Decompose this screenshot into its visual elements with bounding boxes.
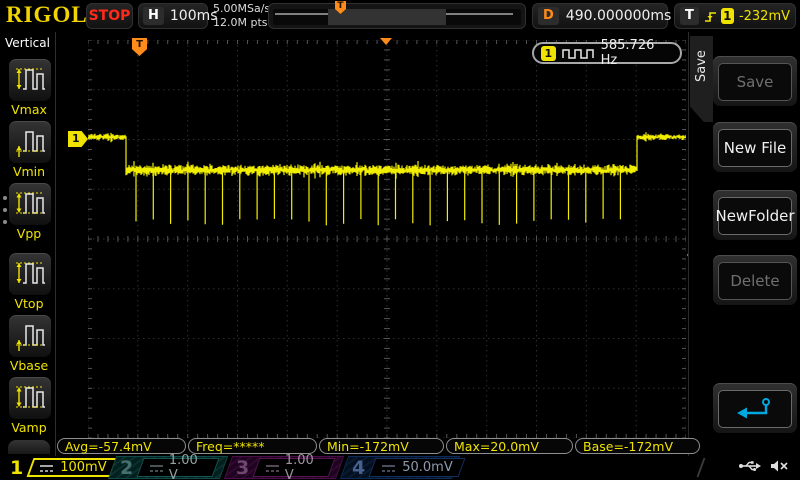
- softkey-slot: Save: [713, 56, 797, 106]
- sidebar-title: Vertical: [5, 36, 50, 50]
- rigol-logo: RIGOL: [6, 2, 88, 27]
- horizontal-offset-panel: D 490.000000ms: [532, 3, 671, 29]
- menu-tab: Save: [690, 36, 713, 122]
- channel-1-scale: 100mV: [60, 460, 107, 475]
- vmax-icon: [16, 68, 45, 90]
- measure-label-vmin: Vmin: [12, 164, 46, 179]
- offset-key: D: [538, 7, 559, 25]
- channel-1-status[interactable]: 1 100mV: [2, 456, 120, 479]
- channel-2-scale-box: 1.00 V: [136, 453, 220, 480]
- save-button[interactable]: Save: [718, 63, 792, 101]
- dc-coupling-icon: [40, 464, 54, 472]
- dc-coupling-icon: [382, 464, 396, 472]
- dc-coupling-icon: [266, 464, 279, 472]
- timebase-key: H: [143, 7, 164, 25]
- sidebar-next-button-partial[interactable]: [8, 440, 50, 454]
- measure-button-vpp[interactable]: [8, 182, 52, 226]
- measurement-sidebar: Vertical Vmax Vmin Vpp Vtop Vbase Vamp: [0, 32, 56, 480]
- waveform-preview-bar[interactable]: T: [268, 1, 526, 29]
- channel-2-status[interactable]: 2 1.00 V: [107, 453, 229, 480]
- softkey-slot: [713, 383, 797, 433]
- channel-4-number: 4: [352, 456, 366, 479]
- run-state-label: STOP: [88, 8, 131, 24]
- channel-4-status[interactable]: 4 50.0mV: [339, 456, 466, 479]
- measurement-results-bar: Avg=-57.4mV Freq=***** Min=-172mV Max=20…: [55, 438, 701, 455]
- measure-button-vmin[interactable]: [8, 120, 52, 164]
- speaker-muted-icon: [771, 460, 788, 472]
- preview-window[interactable]: [328, 9, 446, 25]
- measurement-avg: Avg=-57.4mV: [57, 438, 186, 454]
- channel-3-number: 3: [236, 456, 250, 479]
- channel-1-number: 1: [10, 456, 24, 479]
- channel-3-status[interactable]: 3 1.00 V: [223, 453, 345, 480]
- trigger-panel[interactable]: T 1 -232mV: [674, 3, 796, 29]
- freq-counter-value: 585.726 Hz: [600, 38, 655, 68]
- softkey-menu: Save Save New File NewFolder Delete: [688, 32, 800, 456]
- trigger-channel-chip: 1: [720, 8, 734, 24]
- measure-label-vtop: Vtop: [14, 296, 44, 311]
- channel-3-scale-box: 1.00 V: [252, 453, 336, 480]
- channel-1-scale-box: 100mV: [26, 458, 120, 477]
- channel-3-scale: 1.00 V: [284, 452, 314, 480]
- offset-value: 490.000000ms: [565, 8, 672, 24]
- vmin-icon: [16, 131, 45, 157]
- channel1-level-marker[interactable]: 1: [68, 131, 88, 147]
- menu-tab-label: Save: [694, 50, 709, 82]
- rising-edge-icon: [704, 11, 716, 22]
- page-indicator-dots: [3, 196, 7, 224]
- trigger-key: T: [680, 7, 699, 25]
- return-arrow-icon: [737, 398, 770, 419]
- channel-2-number: 2: [120, 456, 134, 479]
- timebase-value: 100ms: [169, 8, 218, 24]
- run-state-button[interactable]: STOP: [86, 3, 133, 29]
- channel-4-scale-box: 50.0mV: [368, 458, 466, 477]
- softkey-slot: Delete: [713, 255, 797, 305]
- waveform-display-area: 1 T T: [56, 32, 703, 438]
- vpp-icon: [16, 192, 45, 214]
- sample-rate: 5.00MSa/s: [213, 2, 271, 15]
- measure-button-vamp[interactable]: [8, 376, 52, 420]
- timebase-panel[interactable]: H 100ms: [138, 3, 218, 29]
- measurement-min: Min=-172mV: [319, 438, 444, 454]
- channel-status-bar: 1 100mV 2 1.00 V 3 1.00 V 4 50.0mV: [0, 453, 800, 480]
- delete-button[interactable]: Delete: [718, 262, 792, 300]
- memory-depth: 12.0M pts: [213, 16, 268, 29]
- trigger-level-value: -232mV: [738, 8, 790, 24]
- softkey-slot: New File: [713, 122, 797, 172]
- vbase-icon: [16, 325, 45, 351]
- oscilloscope-screen: RIGOL STOP H 100ms 5.00MSa/s 12.0M pts T…: [0, 0, 800, 480]
- graticule-grid: [88, 40, 686, 438]
- vamp-icon: [16, 386, 45, 408]
- measurement-base: Base=-172mV: [575, 438, 700, 454]
- measure-button-vbase[interactable]: [8, 314, 52, 358]
- square-wave-icon: [561, 48, 594, 59]
- frequency-counter-badge: 1 585.726 Hz: [532, 38, 682, 68]
- new-file-button[interactable]: New File: [718, 129, 792, 167]
- status-icons: [738, 459, 790, 473]
- usb-icon: [739, 461, 761, 471]
- dc-coupling-icon: [150, 464, 163, 472]
- softkey-slot: NewFolder: [713, 190, 797, 240]
- freq-channel-chip: 1: [541, 45, 556, 61]
- measure-button-vtop[interactable]: [8, 252, 52, 296]
- channel-bar-divider: [696, 458, 706, 477]
- measurement-max: Max=20.0mV: [446, 438, 573, 454]
- measure-button-vmax[interactable]: [8, 58, 52, 102]
- channel-2-scale: 1.00 V: [168, 452, 198, 480]
- measure-label-vbase: Vbase: [9, 358, 49, 373]
- top-status-bar: RIGOL STOP H 100ms 5.00MSa/s 12.0M pts T…: [0, 0, 800, 32]
- channel-4-scale: 50.0mV: [402, 460, 453, 475]
- back-button[interactable]: [718, 390, 792, 428]
- preview-track: [273, 9, 521, 25]
- measure-label-vamp: Vamp: [11, 420, 47, 435]
- measure-label-vpp: Vpp: [16, 226, 42, 241]
- new-folder-button[interactable]: NewFolder: [715, 197, 795, 235]
- measure-label-vmax: Vmax: [11, 102, 47, 117]
- vtop-icon: [16, 262, 45, 284]
- acquisition-info: 5.00MSa/s 12.0M pts: [213, 2, 270, 30]
